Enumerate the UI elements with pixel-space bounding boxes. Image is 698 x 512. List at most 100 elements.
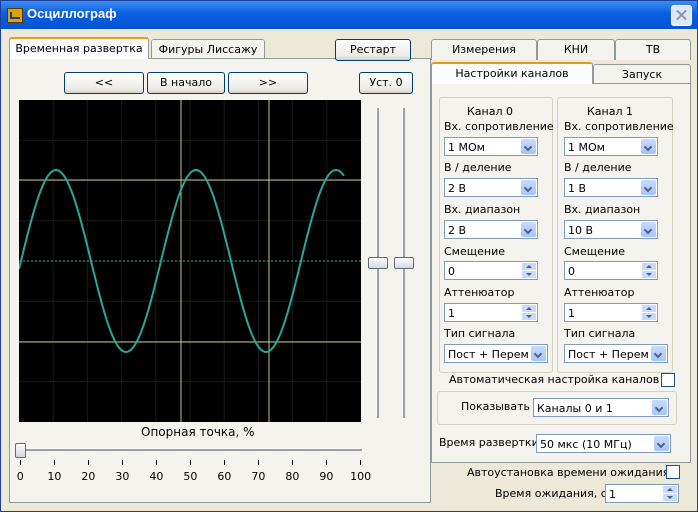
channel0-offset-label: Смещение [444, 245, 505, 258]
scale-tick [156, 460, 157, 465]
channel1-volts-div-value: 1 В [568, 182, 587, 195]
channel1-range-label: Вх. диапазон [564, 203, 641, 216]
channel1-attenuator-stepper[interactable]: 1 [564, 303, 658, 322]
auto-wait-checkbox[interactable] [666, 465, 680, 479]
channel0-range-label: Вх. диапазон [444, 203, 521, 216]
channel1-range-select[interactable]: 10 В [564, 220, 658, 239]
tab-thd[interactable]: КНИ [537, 39, 615, 60]
tab-channel-settings[interactable]: Настройки каналов [431, 62, 593, 84]
channel1-range-value: 10 В [568, 224, 594, 237]
channel1-volts-div-select[interactable]: 1 В [564, 178, 658, 197]
reference-point-thumb[interactable] [15, 443, 26, 458]
spin-down-icon[interactable] [663, 494, 677, 501]
chevron-down-icon[interactable] [521, 180, 536, 195]
channel0-signal-type-select[interactable]: Пост + Перем [444, 344, 548, 363]
wait-time-label: Время ожидания, с [495, 487, 607, 500]
channel1-offset-stepper[interactable]: 0 [564, 261, 658, 280]
to-start-button[interactable]: В начало [147, 72, 225, 94]
scale-tick-label: 50 [183, 470, 198, 483]
chevron-down-icon[interactable] [641, 139, 656, 154]
spin-up-icon[interactable] [522, 305, 536, 312]
scale-tick [88, 460, 89, 465]
chevron-down-icon[interactable] [654, 436, 669, 451]
chevron-down-icon[interactable] [641, 222, 656, 237]
channel1-resistance-value: 1 МОм [568, 141, 605, 154]
tab-measurements[interactable]: Измерения [431, 39, 537, 60]
tab-lissajous[interactable]: Фигуры Лиссажу [151, 39, 265, 60]
timebase-select[interactable]: 50 мкс (10 МГц) [536, 434, 671, 453]
channel1-resistance-label: Вх. сопротивление [564, 120, 674, 133]
channel1-signal-type-value: Пост + Перем [568, 348, 649, 361]
channel1-signal-type-label: Тип сигнала [564, 327, 636, 340]
channel0-scale-thumb[interactable] [368, 257, 388, 269]
tab-trigger[interactable]: Запуск [593, 64, 691, 85]
reference-point-label: Опорная точка, % [141, 425, 255, 439]
chevron-down-icon[interactable] [652, 400, 667, 415]
channel1-signal-type-select[interactable]: Пост + Перем [564, 344, 668, 363]
spin-down-icon[interactable] [642, 271, 656, 278]
channel1-attenuator-value: 1 [568, 307, 575, 320]
channel0-volts-div-select[interactable]: 2 В [444, 178, 538, 197]
show-channels-select[interactable]: Каналы 0 и 1 [533, 398, 669, 417]
channel1-resistance-select[interactable]: 1 МОм [564, 137, 658, 156]
channel0-resistance-label: Вх. сопротивление [444, 120, 554, 133]
spin-down-icon[interactable] [522, 271, 536, 278]
chevron-down-icon[interactable] [641, 180, 656, 195]
channel0-attenuator-label: Аттенюатор [444, 286, 515, 299]
spin-up-icon[interactable] [642, 305, 656, 312]
timebase-value: 50 мкс (10 МГц) [540, 438, 632, 451]
channel0-offset-stepper[interactable]: 0 [444, 261, 538, 280]
scale-tick [224, 460, 225, 465]
channel1-offset-label: Смещение [564, 245, 625, 258]
auto-channel-setup-label: Автоматическая настройка каналов [449, 373, 660, 386]
scale-tick [258, 460, 259, 465]
next-button[interactable]: >> [228, 72, 308, 94]
auto-wait-label: Автоустановка времени ожидания [467, 466, 670, 479]
channel0-title: Канал 0 [467, 105, 514, 118]
channel1-offset-value: 0 [568, 265, 575, 278]
scale-tick [20, 460, 21, 465]
channel0-resistance-value: 1 МОм [448, 141, 485, 154]
channel0-attenuator-value: 1 [448, 307, 455, 320]
show-channels-value: Каналы 0 и 1 [537, 402, 613, 415]
chevron-down-icon[interactable] [531, 346, 546, 361]
oscilloscope-window: Осциллограф Временная развертка Фигуры Л… [0, 0, 698, 512]
prev-button[interactable]: << [64, 72, 144, 94]
auto-channel-setup-checkbox[interactable] [661, 373, 675, 387]
channel0-offset-value: 0 [448, 265, 455, 278]
channel0-attenuator-stepper[interactable]: 1 [444, 303, 538, 322]
set-zero-button[interactable]: Уст. 0 [359, 72, 413, 94]
tab-time-sweep[interactable]: Временная развертка [9, 37, 149, 59]
reference-point-slider[interactable] [20, 448, 362, 451]
channel1-attenuator-label: Аттенюатор [564, 286, 635, 299]
wait-time-stepper[interactable]: 1 [605, 484, 679, 503]
tab-tv[interactable]: ТВ [615, 39, 691, 60]
channel1-volts-div-label: В / деление [564, 161, 632, 174]
show-label: Показывать [461, 400, 531, 413]
chevron-down-icon[interactable] [651, 346, 666, 361]
channel0-volts-div-value: 2 В [448, 182, 467, 195]
channel0-range-value: 2 В [448, 224, 467, 237]
channel1-scale-thumb[interactable] [394, 257, 414, 269]
scale-tick-label: 0 [16, 470, 24, 483]
title-bar[interactable]: Осциллограф [1, 1, 697, 29]
scale-tick-label: 30 [115, 470, 130, 483]
timebase-label: Время развертки [439, 436, 539, 449]
chevron-down-icon[interactable] [521, 222, 536, 237]
scale-tick [326, 460, 327, 465]
close-icon[interactable] [671, 5, 692, 26]
channel0-resistance-select[interactable]: 1 МОм [444, 137, 538, 156]
scale-tick [54, 460, 55, 465]
channel0-range-select[interactable]: 2 В [444, 220, 538, 239]
spin-up-icon[interactable] [663, 486, 677, 493]
wait-time-value: 1 [609, 488, 616, 501]
scale-tick-label: 20 [81, 470, 96, 483]
spin-down-icon[interactable] [642, 313, 656, 320]
chevron-down-icon[interactable] [521, 139, 536, 154]
restart-button[interactable]: Рестарт [335, 39, 411, 61]
window-title: Осциллограф [27, 6, 117, 21]
scale-tick [122, 460, 123, 465]
spin-up-icon[interactable] [522, 263, 536, 270]
spin-up-icon[interactable] [642, 263, 656, 270]
spin-down-icon[interactable] [522, 313, 536, 320]
